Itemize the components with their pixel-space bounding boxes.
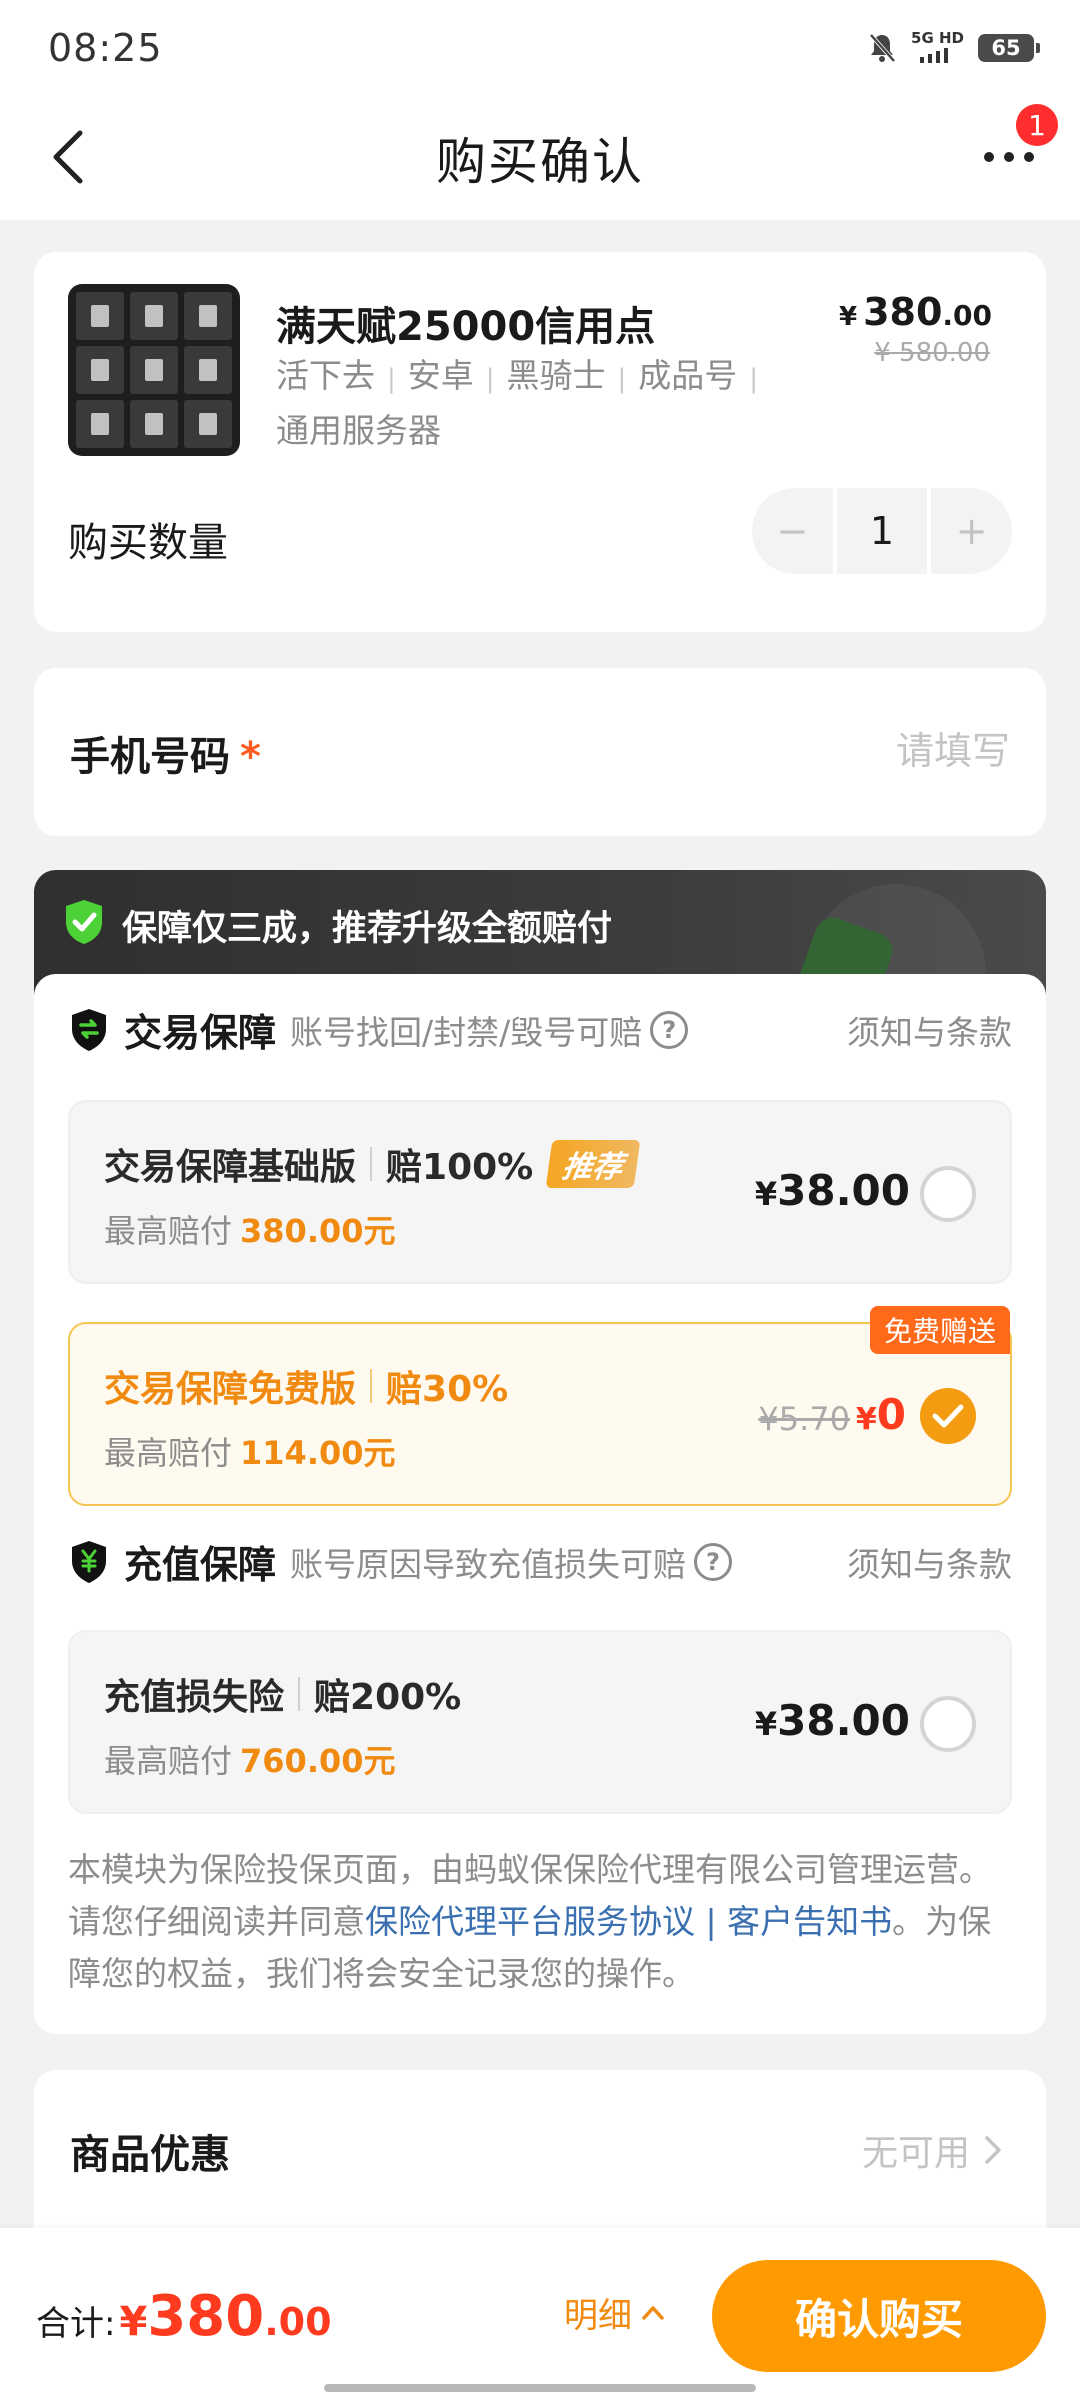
insurance-banner-text: 保障仅三成，推荐升级全额赔付 [122, 909, 613, 949]
free-gift-tag: 免费赠送 [869, 1306, 1010, 1354]
product-card: 满天赋25000信用点 活下去 | 安卓 | 黑骑士 | 成品号 | 通用服务器 ¥380.00… [34, 252, 1046, 632]
plan-radio[interactable] [920, 1696, 976, 1752]
product-original-price: ¥ 580.00 [874, 338, 990, 368]
plan-name: 交易保障基础版 [104, 1147, 357, 1188]
mute-bell-icon [869, 33, 896, 63]
chevron-left-icon [53, 130, 83, 184]
bottom-action-bar: 合计: ¥ 380 .00 明细 确认购买 [0, 2228, 1080, 2400]
quantity-increase-button[interactable]: + [931, 488, 1012, 574]
detail-button[interactable]: 明细 [564, 2288, 666, 2337]
network-indicator: 5G HD [911, 29, 964, 67]
product-tag: 黑骑士 [506, 356, 606, 395]
quantity-stepper: − 1 + [752, 488, 1012, 574]
quantity-decrease-button[interactable]: − [752, 488, 833, 574]
plan-rate: 赔200% [314, 1677, 462, 1718]
phone-card: 手机号码 * [34, 668, 1046, 836]
plan-max-payout: 最高赔付 114.00元 [104, 1434, 396, 1472]
plan-name: 充值损失险 [104, 1677, 285, 1718]
required-marker: * [240, 734, 261, 780]
chevron-up-icon [642, 2305, 664, 2320]
signal-icon [919, 47, 948, 63]
insurance-card: 保障仅三成，推荐升级全额赔付 交易保障 账号找回/封禁/毁号可赔 ? 须知与条款… [34, 870, 1046, 2034]
status-time: 08:25 [48, 26, 163, 70]
recharge-protection-subtitle: 账号原因导致充值损失可赔 [290, 1544, 687, 1584]
nav-bar: 购买确认 [0, 96, 1080, 220]
plan-rate: 赔30% [386, 1369, 509, 1410]
product-price: ¥380.00 [838, 290, 992, 334]
confirm-purchase-button[interactable]: 确认购买 [712, 2260, 1046, 2372]
phone-label: 手机号码 * [70, 734, 261, 780]
check-icon [932, 1404, 964, 1428]
product-name: 满天赋25000信用点 [276, 304, 656, 350]
insurance-body: 交易保障 账号找回/封禁/毁号可赔 ? 须知与条款 交易保障基础版 赔100% … [34, 974, 1046, 2034]
product-thumbnail[interactable] [68, 284, 240, 456]
trade-protection-title: 交易保障 [124, 1011, 277, 1055]
notification-badge: 1 [1016, 104, 1058, 146]
service-agreement-link[interactable]: 保险代理平台服务协议 [365, 1902, 695, 1941]
customer-notice-link[interactable]: 客户告知书 [727, 1902, 892, 1941]
trade-protection-subtitle: 账号找回/封禁/毁号可赔 [290, 1012, 643, 1052]
product-tags: 活下去 | 安卓 | 黑骑士 | 成品号 | 通用服务器 [276, 356, 759, 450]
plan-radio-checked[interactable] [920, 1388, 976, 1444]
battery-icon: 65 [978, 34, 1040, 62]
discount-label: 商品优惠 [70, 2132, 230, 2178]
trade-protection-header: 交易保障 账号找回/封禁/毁号可赔 ? 须知与条款 [68, 1002, 1012, 1057]
plan-price: ¥38.00 [754, 1166, 910, 1215]
plan-original-price: ¥5.70 [758, 1400, 850, 1438]
more-dots-icon [984, 152, 1034, 162]
shield-transfer-icon [72, 1008, 106, 1051]
plan-name: 交易保障免费版 [104, 1369, 357, 1410]
quantity-label: 购买数量 [68, 520, 228, 566]
discount-value: 无可用 [862, 2124, 1006, 2176]
product-tag: 安卓 [407, 356, 474, 395]
recommend-tag: 推荐 [545, 1140, 641, 1188]
recharge-protection-header: 充值保障 账号原因导致充值损失可赔 ? 须知与条款 [68, 1534, 1012, 1589]
chevron-right-icon [985, 2136, 1001, 2164]
insurance-notice: 本模块为保险投保页面，由蚂蚁保保险代理有限公司管理运营。请您仔细阅读并同意保险代… [68, 1850, 992, 1993]
phone-input[interactable] [650, 716, 1010, 786]
help-icon[interactable]: ? [650, 1010, 689, 1049]
plan-rate: 赔100% [386, 1147, 534, 1188]
home-indicator[interactable] [324, 2384, 756, 2392]
plan-max-payout: 最高赔付 760.00元 [104, 1742, 396, 1780]
plan-trade-basic[interactable]: 交易保障基础版 赔100% 推荐 最高赔付 380.00元 ¥38.00 [68, 1100, 1012, 1284]
plan-radio[interactable] [920, 1166, 976, 1222]
plan-price: ¥0 [855, 1390, 906, 1439]
status-bar: 08:25 5G HD 65 [0, 0, 1080, 96]
recharge-protection-title: 充值保障 [124, 1543, 277, 1587]
help-icon[interactable]: ? [694, 1542, 733, 1581]
recharge-terms-link[interactable]: 须知与条款 [847, 1538, 1012, 1586]
quantity-value[interactable]: 1 [836, 488, 928, 574]
plan-max-payout: 最高赔付 380.00元 [104, 1212, 396, 1250]
product-tag: 成品号 [638, 356, 738, 395]
plan-recharge-loss[interactable]: 充值损失险 赔200% 最高赔付 760.00元 ¥38.00 [68, 1630, 1012, 1814]
product-tag: 通用服务器 [276, 411, 441, 450]
total-price: 合计: ¥ 380 .00 [36, 2284, 332, 2349]
trade-terms-link[interactable]: 须知与条款 [847, 1006, 1012, 1054]
status-icons: 5G HD 65 [867, 29, 1040, 67]
back-button[interactable] [32, 122, 102, 192]
plan-price: ¥38.00 [754, 1696, 910, 1745]
shield-yuan-icon [72, 1540, 106, 1583]
page-title: 购买确认 [436, 133, 644, 191]
plan-trade-free[interactable]: 免费赠送 交易保障免费版 赔30% 最高赔付 114.00元 ¥5.70 ¥0 [68, 1306, 1012, 1506]
shield-check-icon [66, 900, 102, 944]
product-tag: 活下去 [276, 356, 375, 395]
